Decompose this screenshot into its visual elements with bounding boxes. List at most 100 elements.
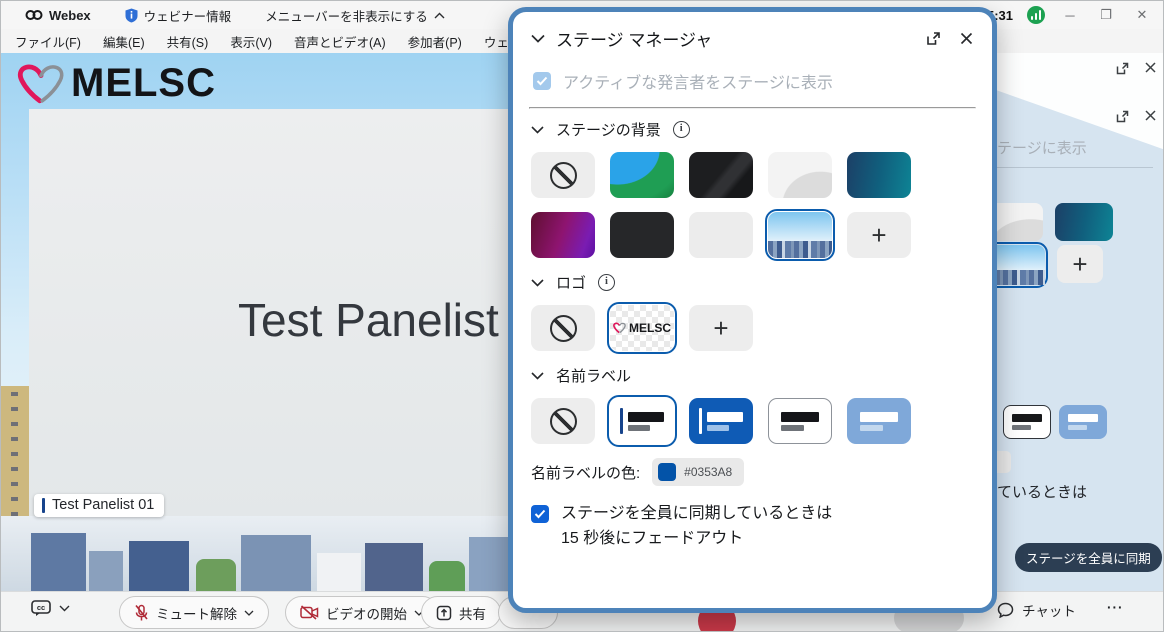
app-window: Webex ウェビナー情報 メニューバーを非表示にする 05:31 ─ ❐ ✕ … <box>0 0 1164 632</box>
chat-label: チャット <box>1022 600 1076 620</box>
no-logo-icon <box>550 315 577 342</box>
menu-participants[interactable]: 参加者(P) <box>408 32 462 51</box>
name-label-text: Test Panelist 01 <box>52 497 154 513</box>
bg-option-charcoal[interactable] <box>610 212 674 258</box>
bg-option-blue-green[interactable] <box>610 152 674 198</box>
bg-option-none[interactable] <box>531 152 595 198</box>
label-option-light-blue[interactable] <box>847 398 911 444</box>
no-label-icon <box>550 408 577 435</box>
hide-menubar-label: メニューバーを非表示にする <box>265 6 428 25</box>
info-icon[interactable]: i <box>673 121 690 138</box>
melsc-heart-icon <box>613 322 626 334</box>
collapse-background-control[interactable] <box>531 126 544 134</box>
bg-option-dark-wave[interactable] <box>689 152 753 198</box>
panel-header-icons-2 <box>1115 109 1157 124</box>
window-restore-button[interactable]: ❐ <box>1095 7 1117 23</box>
logo-option-add[interactable]: + <box>689 305 753 351</box>
label-option-white-bordered[interactable] <box>768 398 832 444</box>
collapse-logo-control[interactable] <box>531 279 544 287</box>
name-label-chip: Test Panelist 01 <box>34 494 164 517</box>
share-button[interactable]: 共有 <box>421 596 501 629</box>
popout-icon <box>925 30 942 47</box>
label-option-blue[interactable] <box>689 398 753 444</box>
bg-option-magenta-purple[interactable] <box>531 212 595 258</box>
collapse-name-label-control[interactable] <box>531 372 544 380</box>
window-close-button[interactable]: ✕ <box>1131 7 1153 23</box>
webinar-info-button[interactable]: ウェビナー情報 <box>125 6 232 25</box>
menu-edit[interactable]: 編集(E) <box>103 32 145 51</box>
bg-option-city-photo-selected[interactable] <box>768 212 832 258</box>
webex-brand-label: Webex <box>49 8 91 23</box>
label-option-left-bar-selected[interactable] <box>610 398 674 444</box>
close-icon[interactable] <box>1144 61 1157 74</box>
sync-stage-button[interactable]: ステージを全員に同期 <box>1015 543 1162 572</box>
bg-thumb-light-wave[interactable] <box>997 203 1043 241</box>
share-screen-icon <box>436 605 452 621</box>
sync-fade-row: ステージを全員に同期しているときは 15 秒後にフェードアウト <box>531 502 974 552</box>
menu-audio-video[interactable]: 音声とビデオ(A) <box>294 32 386 51</box>
dialog-header: ステージ マネージャ <box>529 22 976 61</box>
info-icon[interactable]: i <box>598 274 615 291</box>
dialog-close-button[interactable] <box>959 31 974 46</box>
bg-option-light-gray[interactable] <box>689 212 753 258</box>
city-skyline-preview <box>768 241 832 258</box>
melsc-heart-icon <box>17 62 65 106</box>
color-swatch <box>658 463 676 481</box>
connection-quality-icon[interactable] <box>1027 6 1045 24</box>
bg-thumb-teal-navy[interactable] <box>1055 203 1113 241</box>
webex-brand: Webex <box>25 8 91 23</box>
name-label-accent-bar <box>42 498 45 513</box>
more-options-button[interactable]: ··· <box>1107 600 1124 615</box>
active-speaker-label: アクティブな発言者をステージに表示 <box>563 69 833 93</box>
chat-button[interactable]: チャット <box>997 600 1076 620</box>
melsc-mini-label: MELSC <box>629 321 671 335</box>
close-icon[interactable] <box>1144 109 1157 122</box>
name-label-color-picker[interactable]: #0353A8 <box>652 458 744 486</box>
start-video-label: ビデオの開始 <box>326 603 407 623</box>
menu-share[interactable]: 共有(S) <box>167 32 209 51</box>
name-label-thumbnails <box>531 398 951 444</box>
name-label-color-label: 名前ラベルの色: <box>531 462 640 483</box>
panel-divider <box>997 167 1153 168</box>
shield-info-icon <box>125 8 138 23</box>
webex-logo-icon <box>25 8 43 22</box>
bg-thumb-city-selected[interactable] <box>997 245 1045 285</box>
dock-panel-button[interactable] <box>925 30 942 47</box>
popout-icon[interactable] <box>1115 61 1130 76</box>
bg-option-light-wave[interactable] <box>768 152 832 198</box>
sync-fade-line1: ステージを全員に同期しているときは <box>561 505 832 522</box>
background-thumbnails: + <box>531 152 951 258</box>
label-thumb-light-blue[interactable] <box>1059 405 1107 439</box>
menu-file[interactable]: ファイル(F) <box>15 32 81 51</box>
label-option-none[interactable] <box>531 398 595 444</box>
sync-fade-checkbox[interactable] <box>531 505 549 523</box>
start-video-button[interactable]: ビデオの開始 <box>285 596 439 629</box>
menu-view[interactable]: 表示(V) <box>230 32 272 51</box>
name-label-color-row: 名前ラベルの色: #0353A8 <box>531 458 974 486</box>
chevron-down-icon <box>244 610 254 616</box>
bg-option-teal-navy[interactable] <box>847 152 911 198</box>
logo-section-header: ロゴ i <box>531 272 974 293</box>
color-pill-clipped <box>997 451 1011 473</box>
window-minimize-button[interactable]: ─ <box>1059 8 1081 23</box>
name-label-section-title: 名前ラベル <box>556 365 631 386</box>
bg-thumb-add[interactable]: + <box>1057 245 1103 283</box>
docked-panel-strip: テージに表示 + ているときは ステージを全員に同期 <box>997 53 1164 591</box>
bg-option-add[interactable]: + <box>847 212 911 258</box>
mic-muted-icon <box>134 604 149 622</box>
logo-option-melsc-selected[interactable]: MELSC <box>610 305 674 351</box>
unmute-button[interactable]: ミュート解除 <box>119 596 269 629</box>
collapse-section-control[interactable] <box>531 34 545 43</box>
chevron-down-icon <box>531 279 544 287</box>
clipped-active-speaker-text: テージに表示 <box>997 137 1087 158</box>
captions-toggle[interactable]: cc <box>31 600 70 617</box>
chevron-down-icon <box>531 126 544 134</box>
logo-option-none[interactable] <box>531 305 595 351</box>
popout-icon[interactable] <box>1115 109 1130 124</box>
clipped-sync-text: ているときは <box>997 481 1087 502</box>
hide-menubar-button[interactable]: メニューバーを非表示にする <box>265 6 445 25</box>
label-thumb-white[interactable] <box>1003 405 1051 439</box>
closed-captions-icon: cc <box>31 600 51 617</box>
panel-header-icons-1 <box>1115 61 1157 76</box>
active-speaker-checkbox[interactable] <box>533 72 551 90</box>
